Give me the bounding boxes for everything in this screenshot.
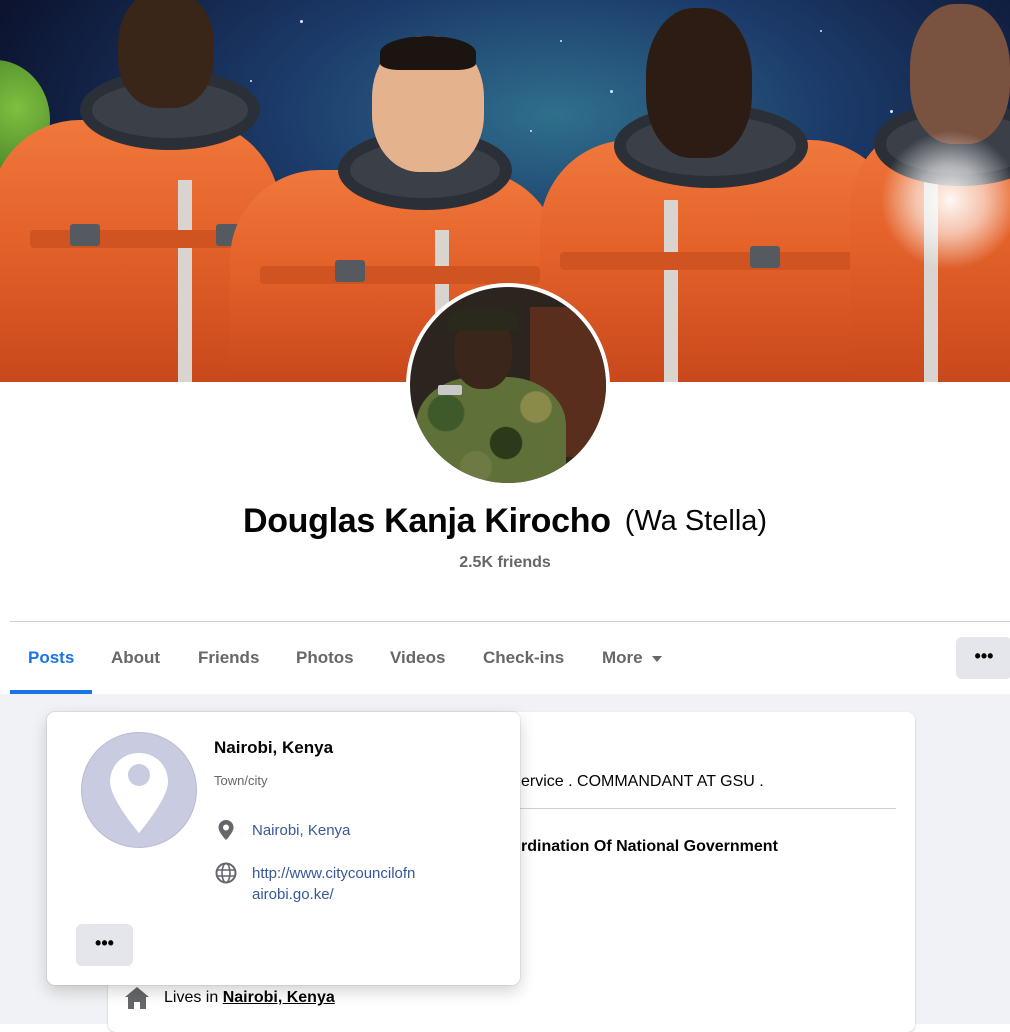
place-category: Town/city [214, 773, 268, 788]
place-website-line1: http://www.citycouncilofn [252, 865, 416, 882]
tab-posts[interactable]: Posts [28, 622, 74, 694]
map-pin-icon [218, 820, 234, 840]
tab-videos[interactable]: Videos [390, 622, 445, 694]
tab-more-label: More [602, 648, 643, 667]
profile-avatar[interactable] [406, 283, 610, 487]
profile-options-button[interactable]: ••• [956, 637, 1010, 679]
profile-name-row: Douglas Kanja Kirocho (Wa Stella) [0, 502, 1010, 541]
globe-icon [215, 862, 237, 884]
place-location-link[interactable]: Nairobi, Kenya [252, 820, 350, 841]
place-title[interactable]: Nairobi, Kenya [214, 738, 333, 758]
place-hover-card: Nairobi, Kenya Town/city Nairobi, Kenya … [47, 712, 520, 985]
lives-in-link[interactable]: Nairobi, Kenya [223, 989, 335, 1006]
profile-alternate-name: (Wa Stella) [624, 505, 768, 537]
place-avatar[interactable] [81, 732, 197, 848]
tab-check-ins[interactable]: Check-ins [483, 622, 564, 694]
place-website-link[interactable]: http://www.citycouncilofn airobi.go.ke/ [252, 863, 415, 905]
tab-friends[interactable]: Friends [198, 622, 259, 694]
lives-in-label: Lives in [164, 989, 223, 1006]
intro-bio-text: ervice . COMMANDANT AT GSU . [521, 773, 764, 790]
intro-work-text: rdination Of National Government [521, 838, 778, 855]
house-icon [125, 987, 149, 1009]
tab-more[interactable]: More [602, 622, 662, 694]
intro-divider [500, 808, 896, 809]
place-website-line2: airobi.go.ke/ [252, 886, 334, 903]
friends-count[interactable]: 2.5K friends [0, 554, 1010, 572]
tab-photos[interactable]: Photos [296, 622, 354, 694]
tab-about[interactable]: About [111, 622, 160, 694]
map-pin-icon [110, 753, 168, 833]
profile-name: Douglas Kanja Kirocho [242, 502, 611, 540]
place-more-button[interactable]: ••• [76, 924, 133, 966]
caret-down-icon [651, 655, 662, 662]
